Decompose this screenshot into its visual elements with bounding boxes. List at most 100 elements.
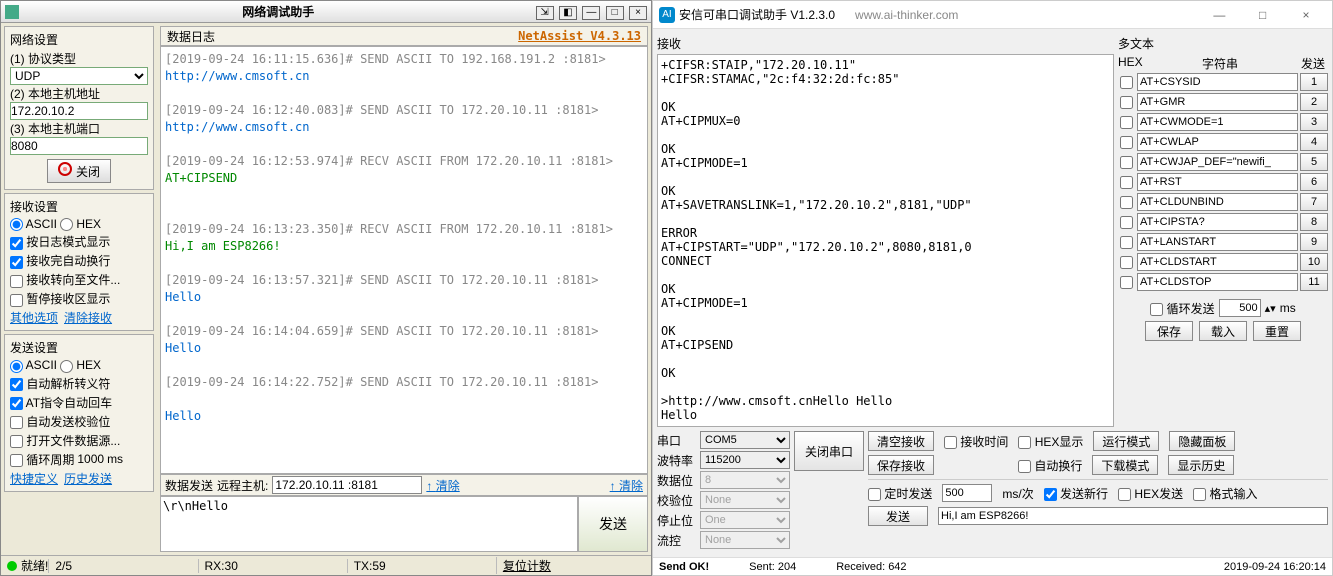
- databits-select[interactable]: 8: [700, 471, 790, 489]
- right-send-input[interactable]: [938, 507, 1328, 525]
- auto-wrap-check[interactable]: 自动换行: [1018, 457, 1082, 474]
- save-button[interactable]: 保存: [1145, 321, 1193, 341]
- multi-cmd-input[interactable]: [1137, 133, 1298, 151]
- multi-cmd-input[interactable]: [1137, 253, 1298, 271]
- port-input[interactable]: [10, 137, 148, 155]
- reset-button[interactable]: 重置: [1253, 321, 1301, 341]
- minimize-icon[interactable]: —: [582, 6, 600, 20]
- multi-cmd-input[interactable]: [1137, 153, 1298, 171]
- send-textarea[interactable]: \r\nHello: [160, 496, 578, 552]
- multi-send-button[interactable]: 5: [1300, 153, 1328, 171]
- multi-cmd-input[interactable]: [1137, 213, 1298, 231]
- multi-hex-check[interactable]: [1120, 236, 1133, 249]
- hex-send-check[interactable]: HEX发送: [1118, 485, 1183, 502]
- host-input[interactable]: [10, 102, 148, 120]
- reset-count-link[interactable]: 复位计数: [496, 557, 645, 574]
- logmode-check[interactable]: 按日志模式显示: [10, 233, 110, 250]
- recv-hex-radio[interactable]: HEX: [60, 217, 101, 231]
- tofile-check[interactable]: 接收转向至文件...: [10, 271, 120, 288]
- multi-send-button[interactable]: 8: [1300, 213, 1328, 231]
- version-link[interactable]: NetAssist V4.3.13: [518, 29, 641, 43]
- multi-send-button[interactable]: 11: [1300, 273, 1328, 291]
- atcr-check[interactable]: AT指令自动回车: [10, 394, 112, 411]
- multi-cmd-input[interactable]: [1137, 233, 1298, 251]
- recv-ascii-radio[interactable]: ASCII: [10, 217, 57, 231]
- history-link[interactable]: 历史发送: [64, 472, 112, 486]
- remote-input[interactable]: [272, 476, 422, 494]
- multi-cmd-input[interactable]: [1137, 273, 1298, 291]
- multi-cmd-input[interactable]: [1137, 113, 1298, 131]
- multi-row: 1: [1118, 73, 1328, 91]
- more-opts-link[interactable]: 其他选项: [10, 311, 58, 325]
- multi-cmd-input[interactable]: [1137, 193, 1298, 211]
- maximize-icon[interactable]: □: [606, 6, 624, 20]
- clear-up-link[interactable]: ↑ 清除: [426, 477, 459, 494]
- loop-check[interactable]: 循环发送: [1150, 300, 1214, 317]
- loop-input[interactable]: [1219, 299, 1261, 317]
- multi-send-button[interactable]: 7: [1300, 193, 1328, 211]
- close-icon[interactable]: ×: [1286, 3, 1326, 27]
- save-recv-button[interactable]: 保存接收: [868, 455, 934, 475]
- close-port-button[interactable]: 关闭串口: [794, 431, 864, 471]
- autowrap-check[interactable]: 接收完自动换行: [10, 252, 110, 269]
- multi-hex-check[interactable]: [1120, 116, 1133, 129]
- multi-send-button[interactable]: 10: [1300, 253, 1328, 271]
- multi-cmd-input[interactable]: [1137, 93, 1298, 111]
- download-mode-button[interactable]: 下载模式: [1092, 455, 1158, 475]
- checksum-check[interactable]: 自动发送校验位: [10, 413, 110, 430]
- multi-send-button[interactable]: 9: [1300, 233, 1328, 251]
- close-icon[interactable]: ×: [629, 6, 647, 20]
- send-nl-check[interactable]: 发送新行: [1044, 485, 1108, 502]
- log-area[interactable]: [2019-09-24 16:11:15.636]# SEND ASCII TO…: [160, 46, 648, 474]
- fmt-in-check[interactable]: 格式输入: [1193, 485, 1257, 502]
- multi-send-button[interactable]: 3: [1300, 113, 1328, 131]
- multi-send-button[interactable]: 2: [1300, 93, 1328, 111]
- multi-hex-check[interactable]: [1120, 276, 1133, 289]
- right-send-button[interactable]: 发送: [868, 506, 928, 526]
- multi-send-button[interactable]: 1: [1300, 73, 1328, 91]
- max-icon[interactable]: □: [1243, 3, 1283, 27]
- show-hist-button[interactable]: 显示历史: [1168, 455, 1234, 475]
- multi-hex-check[interactable]: [1120, 196, 1133, 209]
- send-button[interactable]: 发送: [578, 496, 648, 552]
- multi-hex-check[interactable]: [1120, 156, 1133, 169]
- flow-select[interactable]: None: [700, 531, 790, 549]
- send-ascii-radio[interactable]: ASCII: [10, 358, 57, 372]
- baud-select[interactable]: 115200: [700, 451, 790, 469]
- recv-textarea[interactable]: +CIFSR:STAIP,"172.20.10.11" +CIFSR:STAMA…: [657, 54, 1114, 427]
- multi-hex-check[interactable]: [1120, 176, 1133, 189]
- multi-hex-check[interactable]: [1120, 256, 1133, 269]
- help-icon[interactable]: ◧: [559, 6, 577, 20]
- clear-recv-button[interactable]: 清空接收: [868, 431, 934, 451]
- multi-send-button[interactable]: 4: [1300, 133, 1328, 151]
- timed-send-check[interactable]: 定时发送: [868, 485, 932, 502]
- timed-input[interactable]: [942, 484, 992, 502]
- clear-send-link[interactable]: ↑ 清除: [610, 477, 643, 494]
- send-hex-radio[interactable]: HEX: [60, 358, 101, 372]
- multi-hex-check[interactable]: [1120, 216, 1133, 229]
- parity-select[interactable]: None: [700, 491, 790, 509]
- pause-check[interactable]: 暂停接收区显示: [10, 290, 110, 307]
- pin-icon[interactable]: ⇲: [536, 6, 554, 20]
- multi-send-button[interactable]: 6: [1300, 173, 1328, 191]
- min-icon[interactable]: —: [1199, 3, 1239, 27]
- hide-panel-button[interactable]: 隐藏面板: [1169, 431, 1235, 451]
- recv-time-check[interactable]: 接收时间: [944, 433, 1008, 450]
- port-select[interactable]: COM5: [700, 431, 790, 449]
- proto-select[interactable]: UDP: [10, 67, 148, 85]
- stopbits-select[interactable]: One: [700, 511, 790, 529]
- multi-cmd-input[interactable]: [1137, 173, 1298, 191]
- hex-show-check[interactable]: HEX显示: [1018, 433, 1083, 450]
- run-mode-button[interactable]: 运行模式: [1093, 431, 1159, 451]
- cycle-check[interactable]: 循环周期: [10, 451, 74, 468]
- multi-hex-check[interactable]: [1120, 76, 1133, 89]
- multi-cmd-input[interactable]: [1137, 73, 1298, 91]
- multi-hex-check[interactable]: [1120, 136, 1133, 149]
- escape-check[interactable]: 自动解析转义符: [10, 375, 110, 392]
- close-conn-button[interactable]: 关闭: [47, 159, 111, 183]
- load-button[interactable]: 载入: [1199, 321, 1247, 341]
- multi-hex-check[interactable]: [1120, 96, 1133, 109]
- openfile-check[interactable]: 打开文件数据源...: [10, 432, 120, 449]
- quick-link[interactable]: 快捷定义: [10, 472, 58, 486]
- clear-recv-link[interactable]: 清除接收: [64, 311, 112, 325]
